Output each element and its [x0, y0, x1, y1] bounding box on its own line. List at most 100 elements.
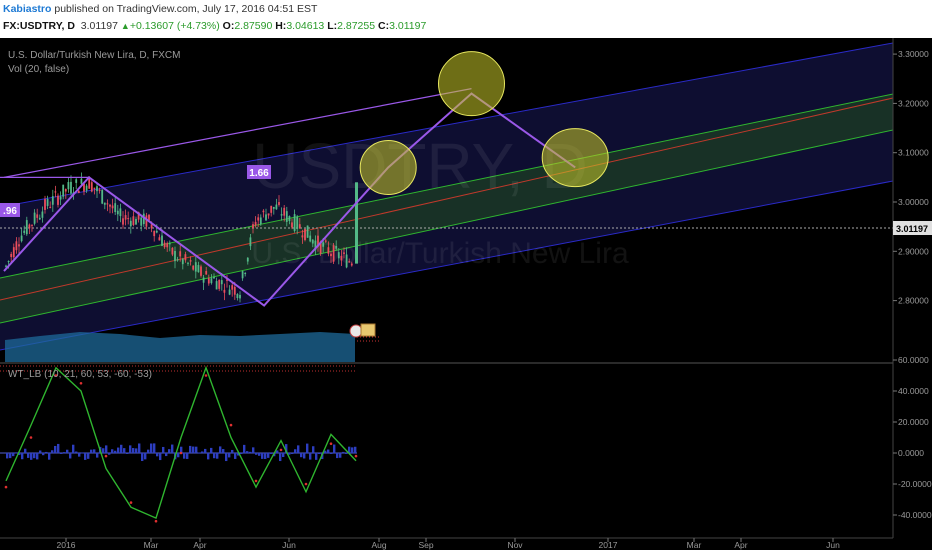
wt2-point	[29, 436, 33, 439]
candle-body	[15, 241, 18, 251]
candle-body	[262, 210, 265, 213]
osc-hist-bar	[138, 443, 141, 453]
candle-body	[296, 216, 299, 229]
osc-hist-bar	[234, 453, 237, 459]
candle-body	[215, 281, 218, 290]
candle-body	[85, 185, 88, 191]
osc-hist-bar	[144, 453, 147, 460]
osc-hist-bar	[282, 453, 285, 458]
candle-body	[249, 237, 252, 247]
target-zone-ellipse[interactable]	[541, 128, 609, 188]
osc-hist-bar	[258, 453, 261, 456]
candle-body	[327, 247, 330, 254]
osc-hist-bar	[15, 452, 18, 454]
candle-body	[96, 186, 98, 192]
target-zone-ellipse[interactable]	[438, 51, 505, 117]
candle-body	[213, 276, 215, 279]
low-value: 2.87255	[337, 20, 376, 32]
candle-body	[44, 199, 46, 210]
osc-hist-bar	[210, 447, 213, 453]
candle-body	[304, 228, 306, 241]
osc-hist-bar	[87, 453, 90, 459]
osc-hist-bar	[96, 453, 99, 458]
price-tick-label: 3.20000	[898, 98, 929, 108]
osc-hist-bar	[120, 444, 123, 453]
osc-hist-bar	[126, 453, 129, 454]
candle-body	[116, 210, 119, 215]
wt2-point	[4, 485, 8, 489]
candle-body	[20, 235, 23, 242]
osc-hist-bar	[231, 449, 234, 453]
chart-canvas[interactable]: USDTRY, D U.S. Dollar/Turkish New Lira 1…	[0, 38, 932, 550]
osc-hist-bar	[207, 453, 210, 460]
osc-hist-bar	[123, 448, 126, 453]
osc-hist-bar	[21, 453, 24, 460]
candle-body	[140, 217, 143, 226]
candle-body	[283, 207, 286, 216]
osc-hist-bar	[141, 453, 144, 462]
osc-hist-bar	[195, 446, 198, 453]
osc-hist-bar	[345, 453, 348, 454]
wt2-point	[304, 482, 308, 486]
candle-body	[301, 235, 304, 238]
osc-hist-bar	[72, 444, 75, 453]
osc-hist-bar	[54, 445, 57, 453]
candle-body	[241, 271, 244, 279]
candle-body	[207, 278, 210, 284]
candle-body	[181, 258, 184, 265]
candle-body	[200, 266, 202, 276]
time-tick-label: Aug	[371, 540, 386, 550]
osc-hist-bar	[69, 453, 72, 459]
open-label: O:	[222, 20, 235, 32]
candle-body	[288, 216, 291, 221]
candle-body	[155, 230, 158, 233]
target-zone-ellipse[interactable]	[359, 139, 417, 195]
candle-body	[80, 178, 83, 184]
osc-hist-bar	[351, 447, 354, 453]
osc-hist-bar	[150, 443, 153, 453]
candle-body	[176, 259, 179, 261]
osc-hist-bar	[117, 447, 120, 453]
osc-hist-bar	[279, 453, 282, 462]
osc-hist-bar	[129, 445, 132, 453]
candle-body	[166, 243, 169, 248]
candle-body	[135, 218, 137, 225]
price-axis[interactable]	[893, 38, 932, 538]
osc-tick-label: 20.0000	[898, 417, 929, 427]
osc-tick-label: 40.0000	[898, 386, 929, 396]
candle-body	[236, 294, 239, 299]
candle-body	[67, 182, 70, 190]
candle-body	[220, 280, 223, 285]
wt2-point	[329, 442, 333, 446]
osc-hist-bar	[336, 453, 339, 459]
candle-body	[280, 214, 283, 216]
candle-body	[311, 239, 314, 244]
candle-body	[257, 217, 260, 221]
candle-body	[174, 250, 176, 262]
candle-body	[343, 252, 345, 254]
candle-body	[33, 212, 36, 224]
candle-body	[111, 205, 114, 209]
osc-hist-bar	[132, 448, 135, 453]
candle-body	[223, 289, 226, 293]
candle-body	[31, 224, 33, 226]
osc-hist-bar	[246, 451, 249, 453]
osc-hist-bar	[6, 453, 9, 459]
left-label: .96	[3, 206, 17, 217]
osc-hist-bar	[270, 453, 273, 454]
osc-hist-bar	[135, 448, 138, 453]
osc-hist-bar	[168, 449, 171, 453]
symbol-label[interactable]: FX:USDTRY, D	[3, 20, 75, 32]
time-tick-label: Apr	[734, 540, 747, 550]
candle-body	[332, 245, 335, 262]
osc-tick-label: -20.0000	[898, 479, 932, 489]
wt2-point	[129, 501, 133, 504]
candle-body	[189, 260, 192, 262]
osc-hist-bar	[249, 451, 252, 453]
osc-hist-bar	[111, 449, 114, 453]
candle-body	[275, 204, 278, 210]
osc-hist-bar	[189, 445, 192, 453]
candle-body	[75, 179, 78, 183]
author-link[interactable]: Kabiastro	[3, 3, 51, 15]
osc-hist-bar	[252, 447, 255, 453]
